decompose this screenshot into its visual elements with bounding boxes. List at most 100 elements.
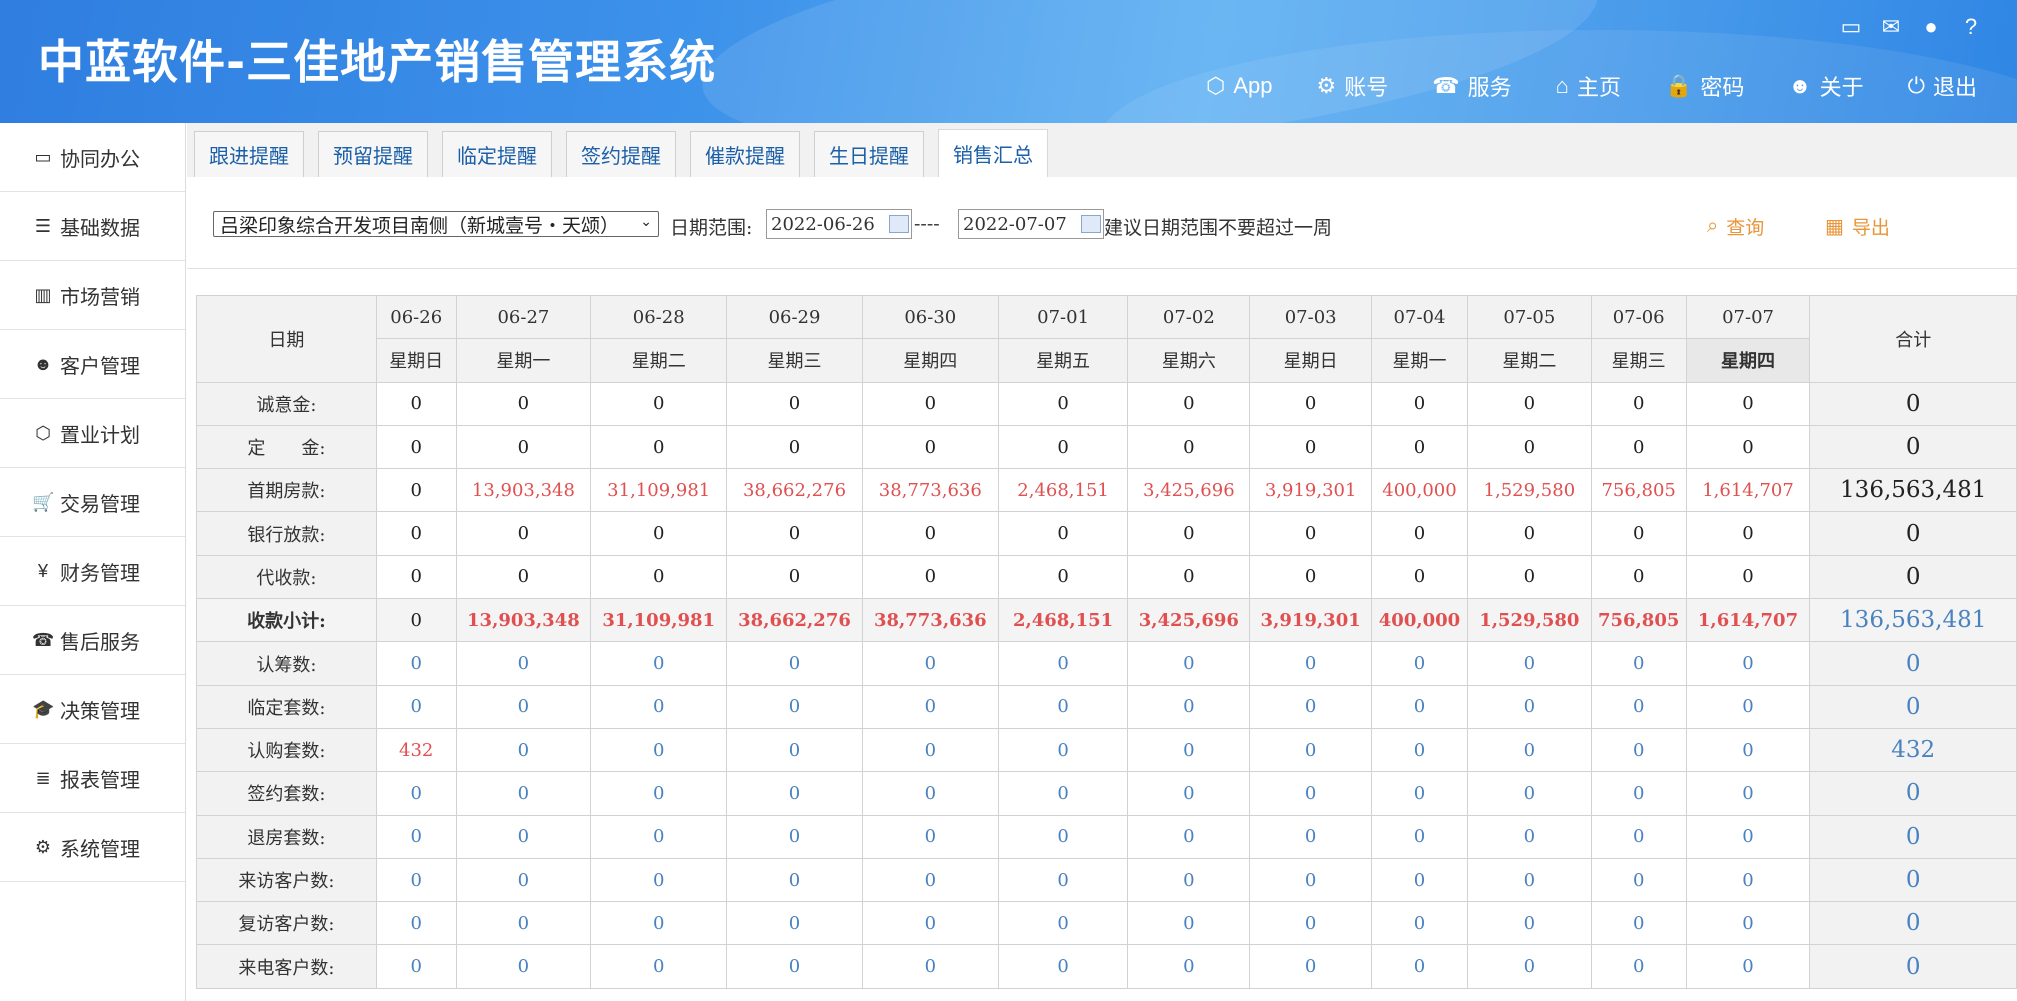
sidebar-item-4[interactable]: ⬡ 置业计划 <box>0 399 185 468</box>
table-row: 签约套数: 0 0 0 0 0 0 0 0 0 0 0 0 0 <box>196 771 2017 816</box>
sidebar-item-10[interactable]: ⚙ 系统管理 <box>0 813 185 882</box>
project-select[interactable]: 吕梁印象综合开发项目南侧（新城壹号・天颂） ⌄ <box>213 211 659 237</box>
tab-4[interactable]: 催款提醒 <box>690 131 800 177</box>
table-cell: 432 <box>375 727 457 773</box>
tab-2[interactable]: 临定提醒 <box>442 131 552 177</box>
calendar-icon[interactable] <box>1081 215 1101 233</box>
sidebar-item-3[interactable]: ☻ 客户管理 <box>0 330 185 399</box>
weekday-header-cell: 星期日 <box>1249 338 1373 383</box>
query-button[interactable]: ⌕ 查询 <box>1707 213 1764 240</box>
table-cell: 0 <box>861 771 999 816</box>
table-header-row-dates: 日期 06-26 06-27 06-28 06-29 06-30 07-01 07-02 07-… <box>196 294 2017 383</box>
table-cell: 0 <box>455 727 592 773</box>
app-title: 中蓝软件-三佳地产销售管理系统 <box>38 35 717 89</box>
table-cell: 0 <box>590 771 728 816</box>
table-cell: 3,919,301 <box>1249 598 1373 643</box>
sidebar-item-8[interactable]: 🎓 决策管理 <box>0 675 185 744</box>
table-cell: 0 <box>590 684 728 729</box>
table-cell: 0 <box>375 598 457 643</box>
end-date-input[interactable]: 2022-07-07 <box>958 209 1104 239</box>
row-label: 认筹数: <box>196 641 377 686</box>
table-cell: 0 <box>1466 814 1592 859</box>
chevron-down-icon: ⌄ <box>640 214 652 230</box>
top-nav-item-6[interactable]: ⏻ 退出 <box>1908 70 1977 102</box>
top-nav-label: 关于 <box>1819 75 1864 100</box>
export-button[interactable]: ▦ 导出 <box>1825 213 1890 240</box>
sidebar-item-9[interactable]: ≣ 报表管理 <box>0 744 185 813</box>
table-cell: 0 <box>1590 944 1687 989</box>
row-total-cell: 0 <box>1809 684 2017 729</box>
laptop-icon[interactable]: ▭ <box>1839 14 1863 40</box>
tab-1[interactable]: 预留提醒 <box>318 131 428 177</box>
table-cell: 0 <box>1371 424 1468 470</box>
project-select-value: 吕梁印象综合开发项目南侧（新城壹号・天颂） <box>220 214 620 237</box>
table-cell: 0 <box>997 857 1129 903</box>
table-cell: 0 <box>861 901 999 946</box>
table-row: 收款小计: 0 13,903,348 31,109,981 38,662,276 38,7… <box>196 598 2017 643</box>
table-cell: 0 <box>1685 771 1811 816</box>
table-cell: 13,903,348 <box>455 598 592 643</box>
top-nav-item-0[interactable]: ⬡ App <box>1206 70 1272 102</box>
table-cell: 0 <box>726 944 863 989</box>
weekday-header-cell: 星期四 <box>1685 338 1811 383</box>
sidebar-item-2[interactable]: ▥ 市场营销 <box>0 261 185 330</box>
top-nav-item-3[interactable]: ⌂ 主页 <box>1556 70 1621 102</box>
table-cell: 0 <box>726 727 863 773</box>
table-cell: 31,109,981 <box>590 468 728 513</box>
weekday-header-cell: 星期四 <box>861 338 999 383</box>
table-cell: 1,614,707 <box>1685 468 1811 513</box>
row-label: 来电客户数: <box>196 944 377 989</box>
start-date-input[interactable]: 2022-06-26 <box>766 209 912 239</box>
table-cell: 0 <box>375 424 457 470</box>
sidebar-item-0[interactable]: ▭ 协同办公 <box>0 123 185 192</box>
table-row: 诚意金: 0 0 0 0 0 0 0 0 0 0 0 0 0 <box>196 381 2017 426</box>
table-row: 首期房款: 0 13,903,348 31,109,981 38,662,276 38,7… <box>196 468 2017 513</box>
table-cell: 0 <box>455 511 592 556</box>
table-cell: 0 <box>1590 857 1687 903</box>
sidebar-item-label: 基础数据 <box>60 217 140 240</box>
table-cell: 0 <box>726 857 863 903</box>
sidebar-item-5[interactable]: 🛒 交易管理 <box>0 468 185 537</box>
top-nav-item-4[interactable]: 🔒 密码 <box>1665 70 1744 102</box>
table-cell: 0 <box>726 424 863 470</box>
sidebar-item-6[interactable]: ¥ 财务管理 <box>0 537 185 606</box>
table-cell: 0 <box>1590 641 1687 686</box>
table-cell: 0 <box>1371 814 1468 859</box>
table-cell: 1,614,707 <box>1685 598 1811 643</box>
top-nav-item-1[interactable]: ⚙ 账号 <box>1317 70 1389 102</box>
table-cell: 0 <box>997 381 1129 426</box>
table-cell: 0 <box>590 641 728 686</box>
top-nav-label: 密码 <box>1700 75 1745 100</box>
help-icon[interactable]: ? <box>1959 14 1983 40</box>
tab-5[interactable]: 生日提醒 <box>814 131 924 177</box>
top-nav-item-5[interactable]: ☻ 关于 <box>1788 70 1863 102</box>
phone-icon: ☎ <box>32 629 55 650</box>
table-cell: 0 <box>1685 381 1811 426</box>
tab-6[interactable]: 销售汇总 <box>938 129 1048 177</box>
table-cell: 0 <box>1371 857 1468 903</box>
table-cell: 0 <box>375 468 457 513</box>
tab-3[interactable]: 签约提醒 <box>566 131 676 177</box>
date-range-label: 日期范围: <box>670 217 753 239</box>
tab-0[interactable]: 跟进提醒 <box>194 131 304 177</box>
row-total-cell: 0 <box>1809 944 2017 989</box>
top-nav-item-2[interactable]: ☎ 服务 <box>1432 70 1511 102</box>
calendar-icon[interactable] <box>889 215 909 233</box>
table-cell: 0 <box>375 771 457 816</box>
table-header-row-weekdays: 星期日 星期一 星期二 星期三 星期四 星期五 星期六 星期日 星期一 星期二 星期三 星期四 <box>197 338 2017 383</box>
table-cell: 0 <box>375 684 457 729</box>
sidebar-item-1[interactable]: ☰ 基础数据 <box>0 192 185 261</box>
table-cell: 0 <box>1685 511 1811 556</box>
table-cell: 0 <box>455 424 592 470</box>
table-row: 退房套数: 0 0 0 0 0 0 0 0 0 0 0 0 0 <box>196 814 2017 859</box>
chat-icon[interactable]: ✉ <box>1879 14 1903 40</box>
table-cell: 0 <box>1685 554 1811 600</box>
table-cell: 0 <box>726 771 863 816</box>
sidebar-item-7[interactable]: ☎ 售后服务 <box>0 606 185 675</box>
table-cell: 0 <box>375 901 457 946</box>
date-header-cell: 07-07 <box>1685 294 1811 340</box>
user-icon[interactable]: ● <box>1919 14 1943 40</box>
row-label: 代收款: <box>196 554 377 600</box>
gears-icon: ⚙ <box>34 836 52 857</box>
total-column-header: 合计 <box>1809 295 2017 383</box>
